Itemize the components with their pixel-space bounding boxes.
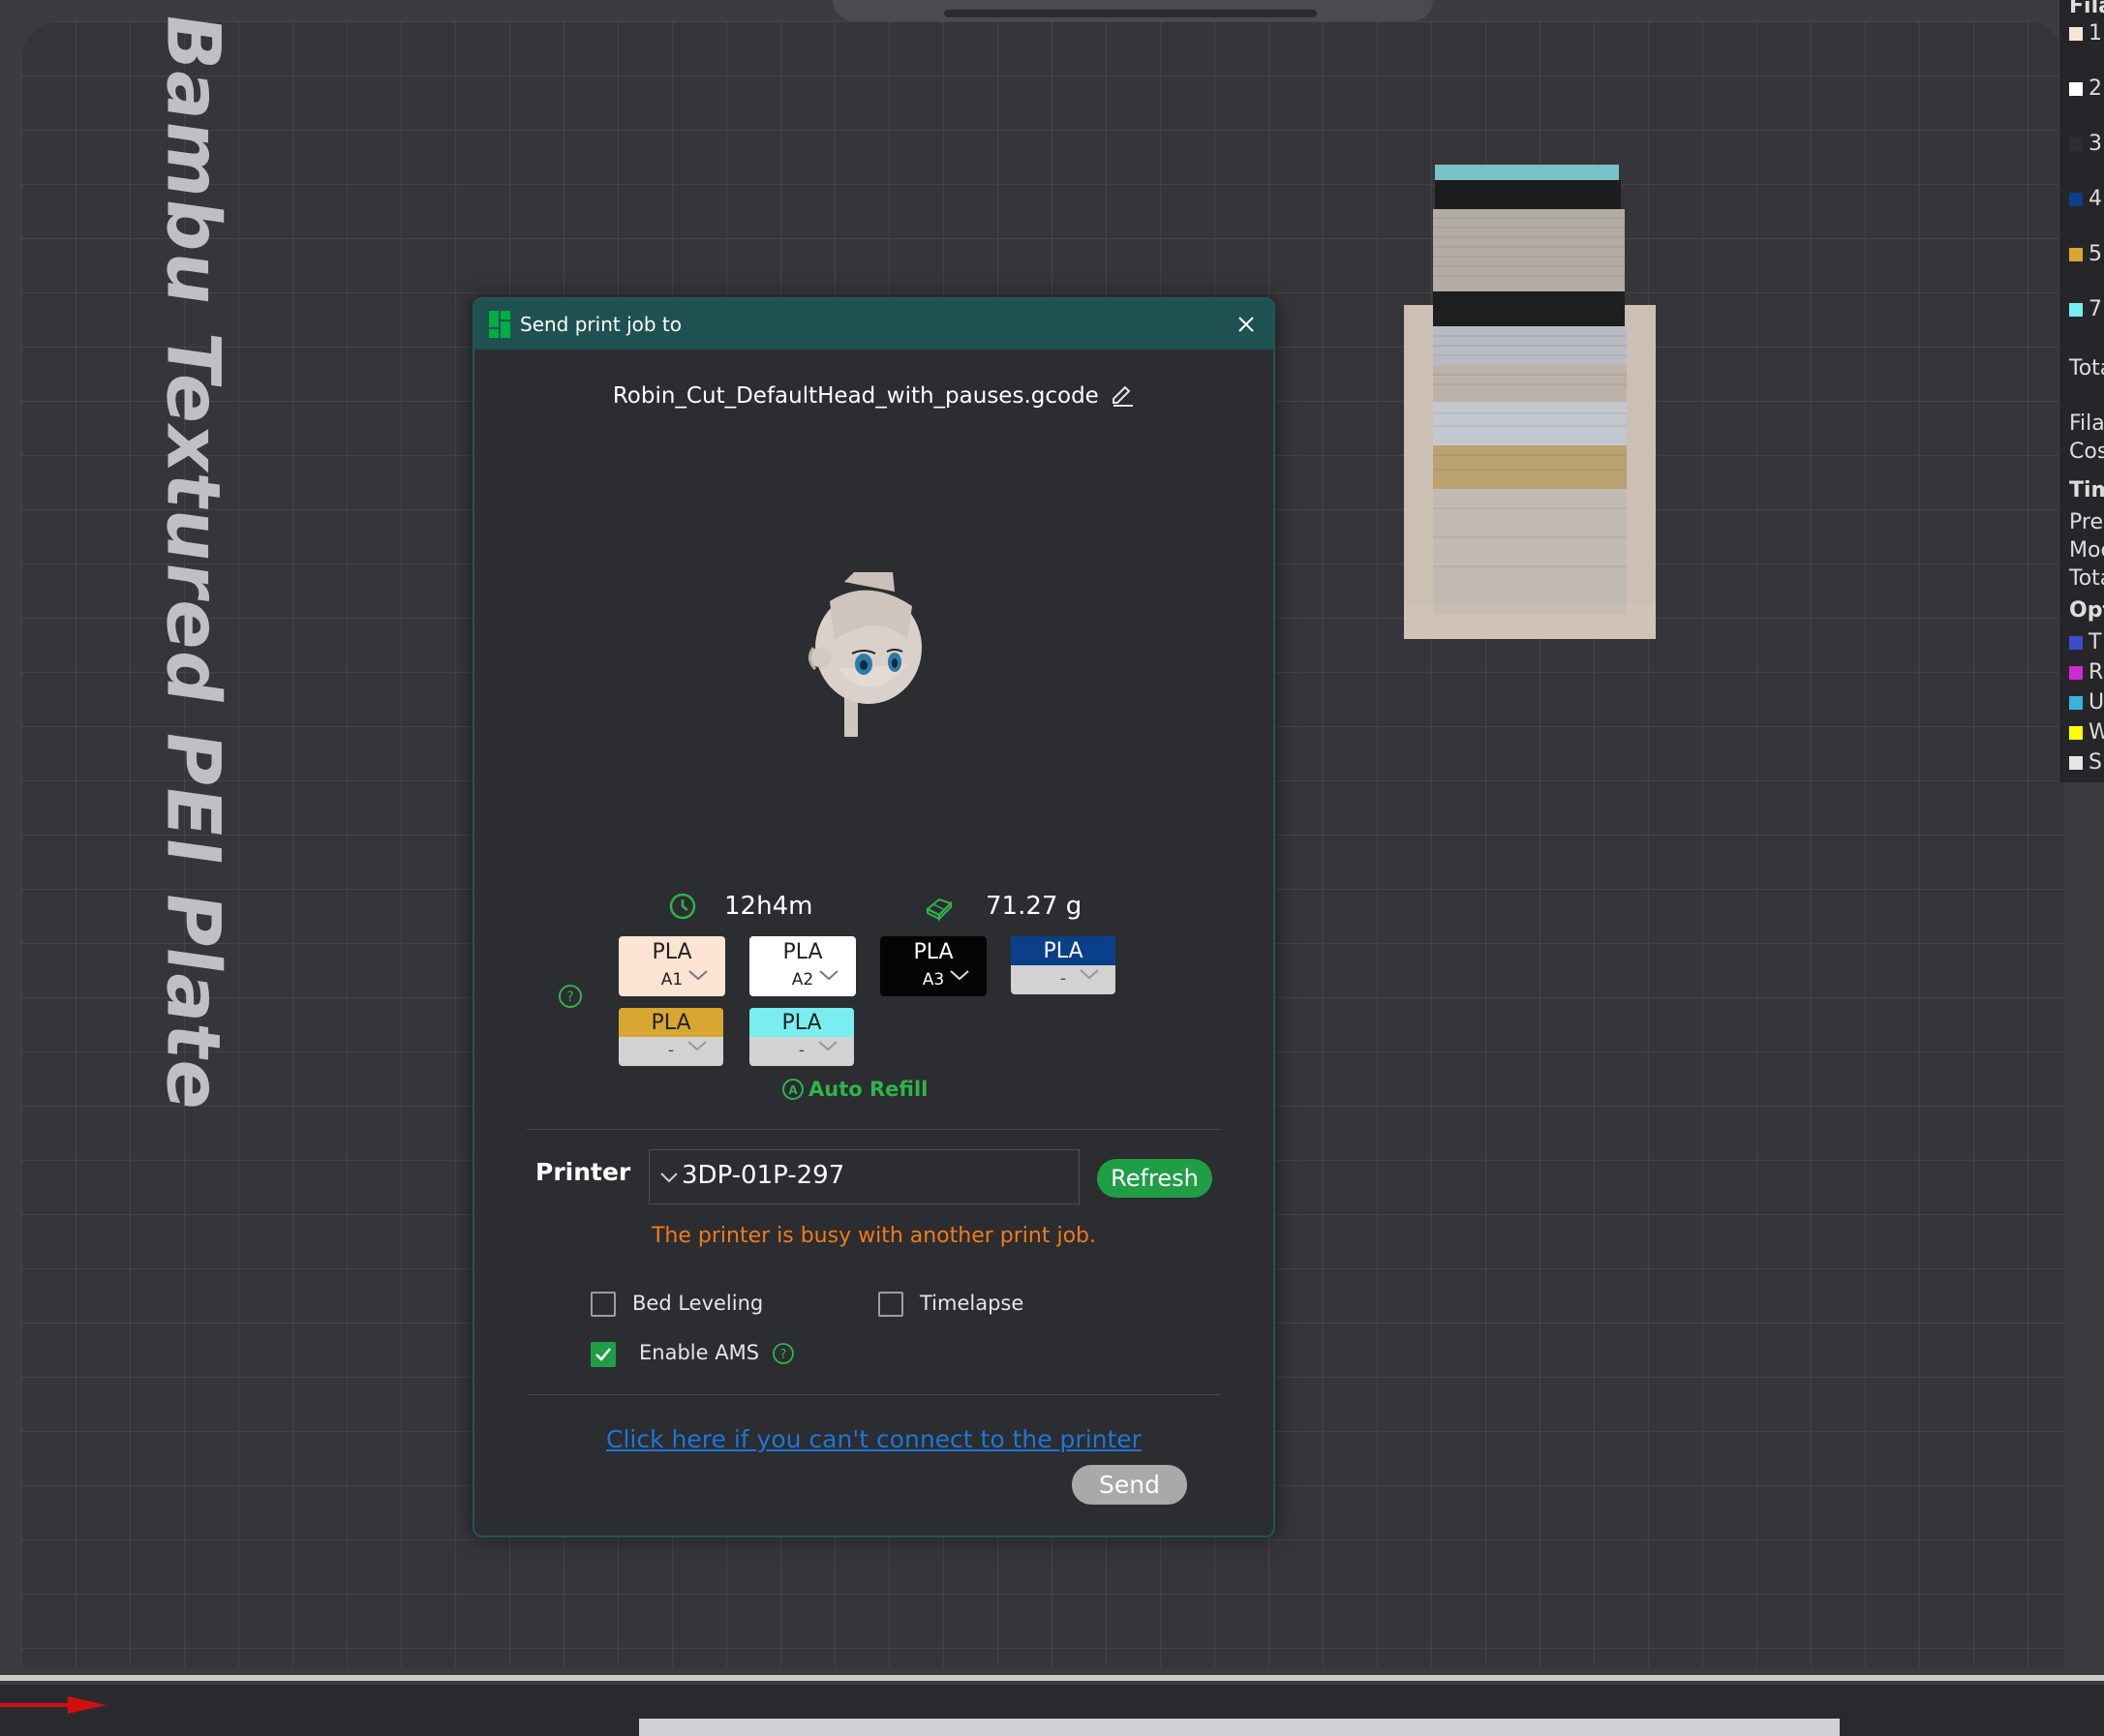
printer-selected-value: 3DP-01P-297 bbox=[682, 1161, 845, 1190]
model-time-label: Moc bbox=[2069, 538, 2104, 563]
total-label: Tota bbox=[2069, 356, 2104, 381]
plate-label: Bambu Textured PEI Plate bbox=[150, 8, 237, 1118]
enable-ams-label: Enable AMS bbox=[639, 1341, 760, 1364]
svg-text:?: ? bbox=[780, 1348, 787, 1362]
timeline-bar bbox=[0, 1675, 2104, 1681]
bambu-logo-icon bbox=[489, 311, 510, 338]
refresh-button[interactable]: Refresh bbox=[1097, 1159, 1212, 1198]
filament-swatch bbox=[2069, 82, 2083, 96]
help-icon[interactable]: ? bbox=[772, 1342, 795, 1365]
filament-slot-a3[interactable]: PLA A3 bbox=[880, 936, 987, 996]
edit-pencil-icon[interactable] bbox=[1110, 381, 1135, 407]
filename-row: Robin_Cut_DefaultHead_with_pauses.gcode bbox=[474, 381, 1273, 409]
chevron-down-icon bbox=[660, 1173, 678, 1183]
dialog-titlebar[interactable]: Send print job to bbox=[474, 299, 1273, 350]
option-swatch bbox=[2069, 666, 2083, 680]
option-row[interactable]: R bbox=[2069, 660, 2103, 685]
filament-type: PLA bbox=[652, 940, 692, 964]
option-swatch bbox=[2069, 726, 2083, 740]
divider bbox=[527, 1129, 1221, 1130]
chevron-down-icon bbox=[950, 970, 969, 981]
filament-slot-6[interactable]: PLA - bbox=[749, 1008, 854, 1066]
filament-slot-a1[interactable]: PLA A1 bbox=[619, 936, 725, 996]
print-time: 12h4m bbox=[724, 892, 813, 921]
printer-label: Printer bbox=[535, 1158, 631, 1186]
filament-label: Filar bbox=[2069, 411, 2104, 436]
filament-swatch bbox=[2069, 248, 2083, 261]
slice-info-panel: Fila 1 2 3 4 5 7 Tota Filar Cos Tim Prep… bbox=[2058, 0, 2104, 782]
enable-ams-checkbox[interactable] bbox=[591, 1342, 616, 1367]
filament-swatch bbox=[2069, 137, 2083, 151]
help-icon[interactable]: ? bbox=[558, 984, 583, 1009]
chevron-down-icon bbox=[687, 1041, 707, 1051]
svg-text:A: A bbox=[788, 1083, 798, 1097]
auto-refill-link[interactable]: A Auto Refill bbox=[782, 1078, 929, 1101]
print-stats: 12h4m 71.27 g bbox=[474, 888, 1273, 927]
filament-swatch bbox=[2069, 193, 2083, 206]
chevron-down-icon bbox=[688, 970, 708, 981]
filament-type: PLA bbox=[749, 1008, 854, 1037]
option-swatch bbox=[2069, 636, 2083, 650]
auto-refill-icon: A bbox=[782, 1079, 804, 1100]
auto-refill-label: Auto Refill bbox=[808, 1078, 929, 1101]
send-print-job-dialog: Send print job to Robin_Cut_DefaultHead_… bbox=[473, 297, 1275, 1538]
close-icon[interactable] bbox=[1234, 312, 1259, 337]
filament-row-3: 3 bbox=[2069, 132, 2102, 156]
filament-type: PLA bbox=[782, 940, 823, 964]
filament-slot-5[interactable]: PLA - bbox=[619, 1008, 723, 1066]
bed-leveling-label: Bed Leveling bbox=[632, 1292, 764, 1315]
chevron-down-icon bbox=[819, 970, 839, 981]
send-button[interactable]: Send bbox=[1072, 1465, 1187, 1505]
filament-weight-icon bbox=[926, 898, 953, 921]
filament-header: Fila bbox=[2069, 0, 2104, 18]
filament-type: PLA bbox=[1011, 936, 1115, 965]
filename: Robin_Cut_DefaultHead_with_pauses.gcode bbox=[612, 383, 1099, 409]
divider bbox=[527, 1394, 1221, 1395]
option-row[interactable]: W bbox=[2069, 720, 2104, 745]
filament-weight: 71.27 g bbox=[986, 892, 1082, 921]
bed-leveling-checkbox[interactable] bbox=[591, 1292, 616, 1317]
option-swatch bbox=[2069, 696, 2083, 710]
printer-busy-message: The printer is busy with another print j… bbox=[651, 1224, 1097, 1248]
chevron-down-icon bbox=[818, 1041, 838, 1051]
bottom-toolbar-strip bbox=[639, 1719, 1840, 1736]
option-row[interactable]: S bbox=[2069, 750, 2102, 775]
filament-type: PLA bbox=[913, 940, 954, 964]
options-header: Opt bbox=[2069, 598, 2104, 623]
filament-type: PLA bbox=[619, 1008, 723, 1037]
clock-icon bbox=[669, 893, 696, 920]
cant-connect-link[interactable]: Click here if you can't connect to the p… bbox=[474, 1425, 1273, 1453]
time-header: Tim bbox=[2069, 478, 2104, 503]
dialog-title: Send print job to bbox=[520, 313, 683, 336]
filament-row-5: 5 bbox=[2069, 242, 2102, 266]
filament-swatch bbox=[2069, 27, 2083, 41]
cost-label: Cos bbox=[2069, 440, 2104, 464]
filament-slot-4[interactable]: PLA - bbox=[1011, 936, 1115, 994]
filament-row-1: 1 bbox=[2069, 21, 2102, 46]
filament-row-7: 7 bbox=[2069, 297, 2102, 321]
chevron-down-icon bbox=[1080, 969, 1099, 980]
model-preview-image bbox=[808, 572, 922, 737]
timelapse-label: Timelapse bbox=[920, 1292, 1024, 1315]
option-swatch bbox=[2069, 756, 2083, 770]
timelapse-checkbox[interactable] bbox=[878, 1292, 903, 1317]
filament-row-4: 4 bbox=[2069, 187, 2102, 211]
option-row[interactable]: T bbox=[2069, 630, 2101, 655]
option-row[interactable]: U bbox=[2069, 690, 2104, 715]
checkmark-icon bbox=[595, 1348, 611, 1361]
printer-dropdown[interactable]: 3DP-01P-297 bbox=[649, 1149, 1080, 1204]
axis-arrow-icon bbox=[0, 1696, 107, 1714]
filament-slot-a2[interactable]: PLA A2 bbox=[749, 936, 856, 996]
plate-top-notch bbox=[944, 10, 1317, 17]
printed-object-tower[interactable] bbox=[1404, 160, 1656, 639]
total-time-label: Tota bbox=[2069, 566, 2104, 591]
filament-row-2: 2 bbox=[2069, 76, 2102, 101]
svg-text:?: ? bbox=[566, 990, 573, 1005]
prepare-time-label: Prep bbox=[2069, 510, 2104, 534]
filament-swatch bbox=[2069, 303, 2083, 317]
